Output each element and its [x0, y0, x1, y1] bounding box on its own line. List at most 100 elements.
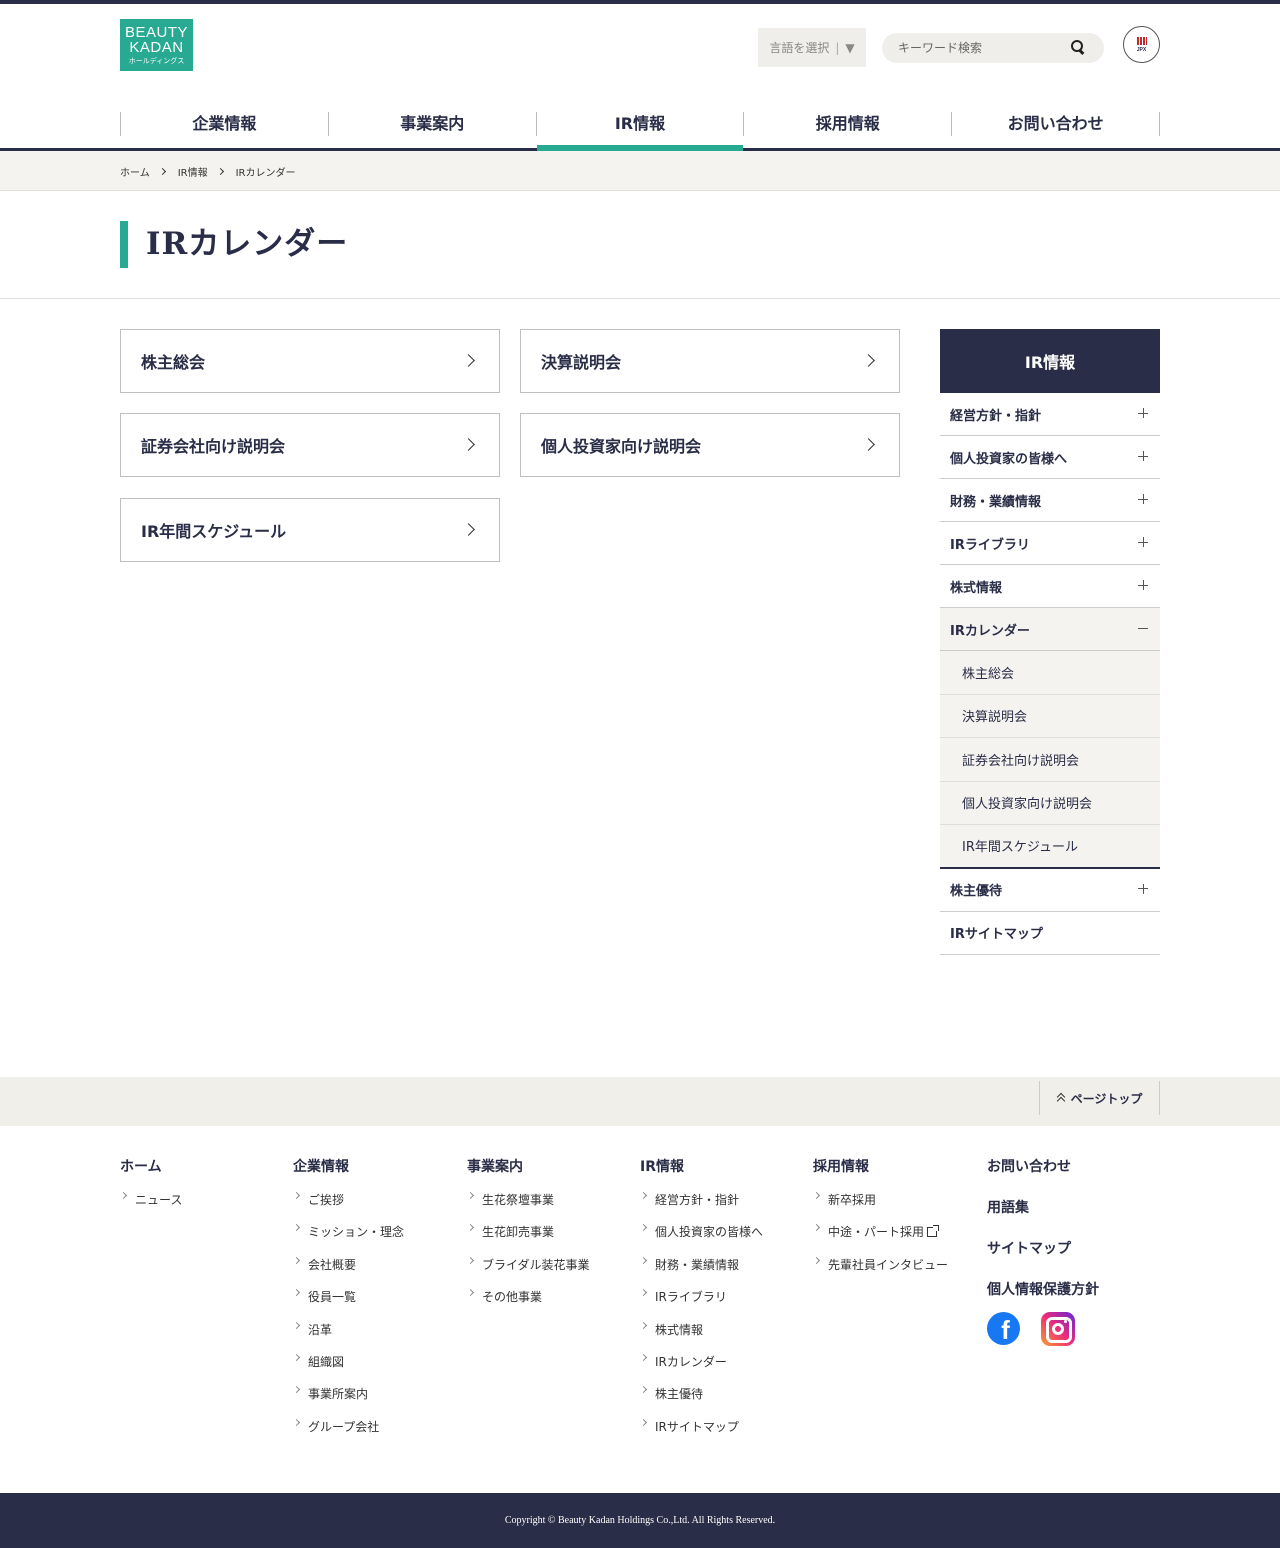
footer-link[interactable]: 組織図	[293, 1353, 463, 1385]
footer-link-label: 中途・パート採用	[828, 1225, 925, 1240]
pagetop-button[interactable]: ページトップ	[1039, 1081, 1160, 1115]
sidebar-subitem[interactable]: 株主総会	[940, 651, 1160, 695]
footer-heading[interactable]: 事業案内	[467, 1156, 637, 1175]
logo-line-2: KADAN	[129, 39, 184, 56]
footer-heading[interactable]: 採用情報	[813, 1156, 983, 1175]
facebook-icon[interactable]: f	[987, 1312, 1020, 1345]
plus-icon[interactable]	[1138, 580, 1148, 590]
minus-icon[interactable]	[1138, 623, 1148, 633]
logo-line-1: BEAUTY	[124, 24, 188, 41]
footer-link[interactable]: ご挨拶	[293, 1191, 463, 1223]
sidebar-item-financial[interactable]: 財務・業績情報	[940, 479, 1160, 522]
search-input[interactable]	[898, 41, 1068, 55]
footer-link[interactable]: ブライダル装花事業	[467, 1256, 637, 1288]
footer-link[interactable]: 先輩社員インタビュー	[813, 1256, 983, 1288]
footer-link[interactable]: ニュース	[120, 1191, 290, 1223]
sidebar-item-library[interactable]: IRライブラリ	[940, 522, 1160, 565]
sidebar-item-calendar[interactable]: IRカレンダー	[940, 608, 1160, 651]
footer-link[interactable]: 役員一覧	[293, 1288, 463, 1320]
plus-icon[interactable]	[1138, 883, 1148, 894]
instagram-icon[interactable]	[1041, 1312, 1075, 1346]
card-securities-briefing[interactable]: 証券会社向け説明会	[120, 413, 500, 477]
nav-business[interactable]: 事業案内	[327, 112, 536, 136]
nav-ir[interactable]: IR情報	[535, 112, 744, 151]
footer-link[interactable]: 個人投資家の皆様へ	[640, 1223, 810, 1255]
footer-glossary[interactable]: 用語集	[987, 1197, 1157, 1216]
jpx-text: JPX	[1136, 46, 1147, 53]
footer-col-ir: IR情報 経営方針・指針 個人投資家の皆様へ 財務・業績情報 IRライブラリ 株…	[640, 1156, 810, 1450]
plus-icon[interactable]	[1138, 451, 1148, 461]
plus-icon[interactable]	[1138, 537, 1148, 547]
card-individual-investor-briefing[interactable]: 個人投資家向け説明会	[520, 413, 900, 477]
card-label: 個人投資家向け説明会	[541, 437, 702, 456]
logo-line-3: ホールディングス	[128, 58, 185, 65]
sidebar-item-label: IRカレンダー	[950, 623, 1030, 639]
footer-heading[interactable]: IR情報	[640, 1156, 810, 1175]
sidebar-subitem[interactable]: 個人投資家向け説明会	[940, 781, 1160, 825]
chevron-right-icon	[462, 438, 475, 451]
sidebar-item-sitemap[interactable]: IRサイトマップ	[940, 912, 1160, 955]
language-select[interactable]: 言語を選択 | ▼	[758, 28, 866, 67]
footer-link[interactable]: 沿革	[293, 1321, 463, 1353]
footer-link[interactable]: グループ会社	[293, 1418, 463, 1450]
sidebar-item-policy[interactable]: 経営方針・指針	[940, 393, 1160, 436]
sidebar-subitem[interactable]: 証券会社向け説明会	[940, 738, 1160, 782]
plus-icon[interactable]	[1138, 494, 1148, 504]
footer-link[interactable]: IRサイトマップ	[640, 1418, 810, 1450]
footer-link[interactable]: IRライブラリ	[640, 1288, 810, 1320]
footer-link[interactable]: 事業所案内	[293, 1385, 463, 1417]
card-earnings-briefing[interactable]: 決算説明会	[520, 329, 900, 393]
search-icon[interactable]	[1070, 39, 1088, 57]
footer-col-business: 事業案内 生花祭壇事業 生花卸売事業 ブライダル装花事業 その他事業	[467, 1156, 637, 1321]
sidebar-item-stock[interactable]: 株式情報	[940, 565, 1160, 608]
sidebar-item-label: 株式情報	[950, 580, 1003, 596]
footer-link[interactable]: その他事業	[467, 1288, 637, 1320]
external-link-icon	[927, 1225, 940, 1238]
footer-link-external[interactable]: 中途・パート採用	[813, 1223, 983, 1255]
sidebar-item-individual[interactable]: 個人投資家の皆様へ	[940, 436, 1160, 479]
footer-col-misc: お問い合わせ 用語集 サイトマップ 個人情報保護方針 f	[987, 1156, 1157, 1346]
chevron-right-icon	[462, 354, 475, 367]
footer-link[interactable]: ミッション・理念	[293, 1223, 463, 1255]
company-logo[interactable]: BEAUTY KADAN ホールディングス	[120, 19, 193, 71]
footer-link[interactable]: 生花卸売事業	[467, 1223, 637, 1255]
nav-recruit[interactable]: 採用情報	[743, 112, 951, 136]
footer-col-home: ホーム ニュース	[120, 1156, 290, 1223]
sidebar-heading[interactable]: IR情報	[940, 329, 1160, 393]
breadcrumb: ホーム IR情報 IRカレンダー	[0, 151, 1280, 191]
footer-contact[interactable]: お問い合わせ	[987, 1156, 1157, 1175]
footer-privacy[interactable]: 個人情報保護方針	[987, 1279, 1157, 1298]
footer-link[interactable]: IRカレンダー	[640, 1353, 810, 1385]
copyright: Copyright © Beauty Kadan Holdings Co.,Lt…	[0, 1493, 1280, 1548]
sidebar-subitem[interactable]: IR年間スケジュール	[940, 825, 1160, 869]
nav-company[interactable]: 企業情報	[120, 112, 328, 136]
breadcrumb-ir[interactable]: IR情報	[178, 164, 208, 179]
page-title-band: IRカレンダー	[0, 191, 1280, 299]
search-box	[882, 33, 1104, 63]
footer-link[interactable]: 会社概要	[293, 1256, 463, 1288]
footer-heading[interactable]: ホーム	[120, 1156, 290, 1175]
card-ir-annual-schedule[interactable]: IR年間スケジュール	[120, 498, 500, 562]
jpx-bars	[1136, 36, 1147, 45]
site-header: BEAUTY KADAN ホールディングス 言語を選択 | ▼ JPX	[120, 4, 1160, 100]
card-label: IR年間スケジュール	[141, 522, 287, 541]
sidebar-subitem[interactable]: 決算説明会	[940, 694, 1160, 738]
footer-link[interactable]: 新卒採用	[813, 1191, 983, 1223]
footer-sitemap[interactable]: サイトマップ	[987, 1238, 1157, 1257]
footer-heading[interactable]: 企業情報	[293, 1156, 463, 1175]
card-shareholders-meeting[interactable]: 株主総会	[120, 329, 500, 393]
breadcrumb-home[interactable]: ホーム	[120, 164, 150, 179]
plus-icon[interactable]	[1138, 408, 1148, 418]
sidebar-item-label: 株主優待	[950, 884, 1003, 899]
sidebar-item-benefits[interactable]: 株主優待	[940, 869, 1160, 912]
instagram-dot	[1064, 1320, 1067, 1323]
footer-link[interactable]: 経営方針・指針	[640, 1191, 810, 1223]
footer-link[interactable]: 財務・業績情報	[640, 1256, 810, 1288]
footer-link[interactable]: 株式情報	[640, 1321, 810, 1353]
footer-nav: ホーム ニュース 企業情報 ご挨拶 ミッション・理念 会社概要 役員一覧 沿革 …	[120, 1126, 1160, 1496]
footer-link[interactable]: 生花祭壇事業	[467, 1191, 637, 1223]
pagetop-band: ページトップ	[0, 1077, 1280, 1126]
footer-link[interactable]: 株主優待	[640, 1385, 810, 1417]
nav-contact[interactable]: お問い合わせ	[951, 112, 1160, 136]
instagram-lens	[1052, 1323, 1064, 1335]
